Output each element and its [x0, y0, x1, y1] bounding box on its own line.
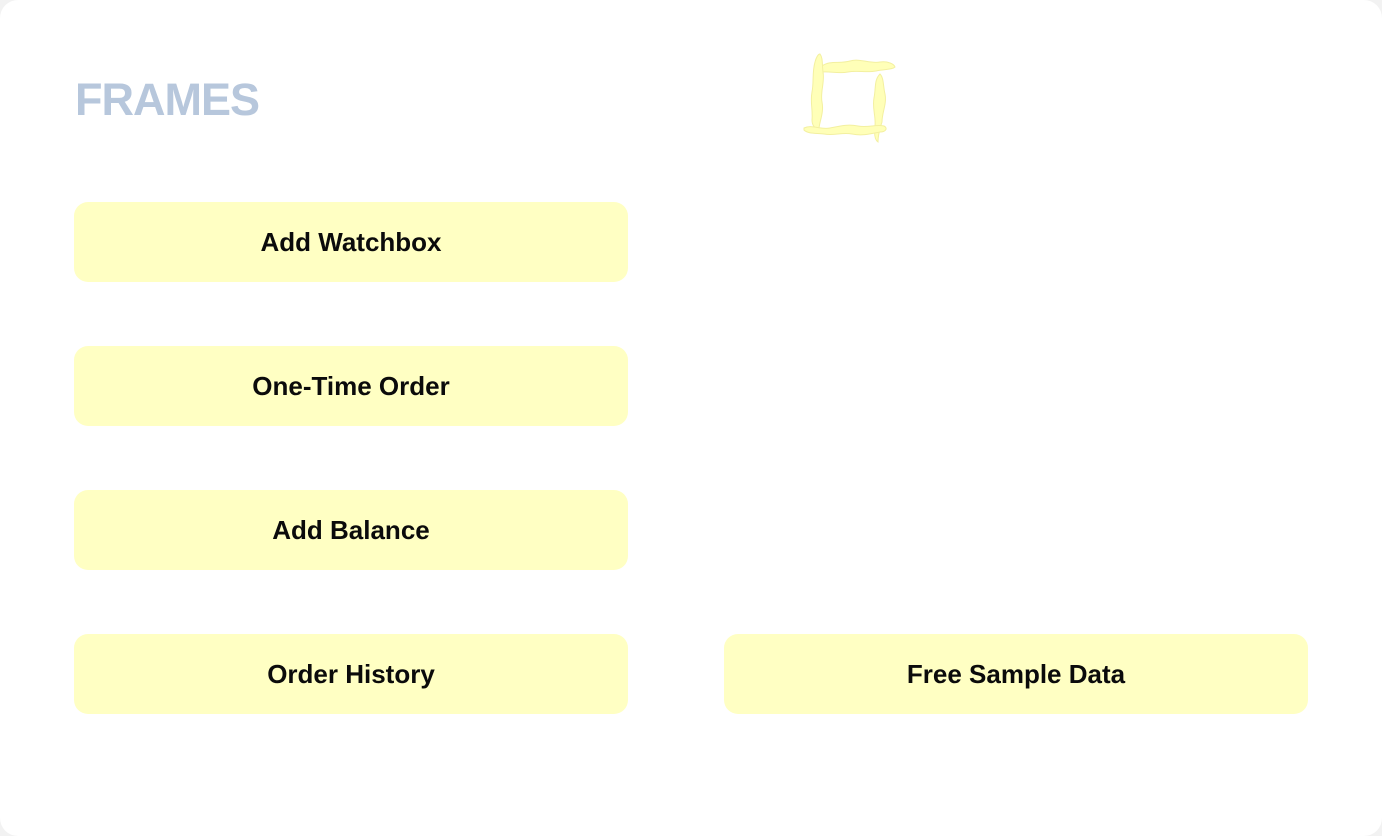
add-balance-button[interactable]: Add Balance [74, 490, 628, 570]
add-watchbox-button[interactable]: Add Watchbox [74, 202, 628, 282]
one-time-order-button[interactable]: One-Time Order [74, 346, 628, 426]
frame-logo-icon [803, 53, 896, 143]
order-history-button[interactable]: Order History [74, 634, 628, 714]
free-sample-data-button[interactable]: Free Sample Data [724, 634, 1308, 714]
page-title: FRAMES [75, 74, 260, 125]
main-panel: FRAMES Add Watchbox One-Time Order Add B… [0, 0, 1382, 836]
